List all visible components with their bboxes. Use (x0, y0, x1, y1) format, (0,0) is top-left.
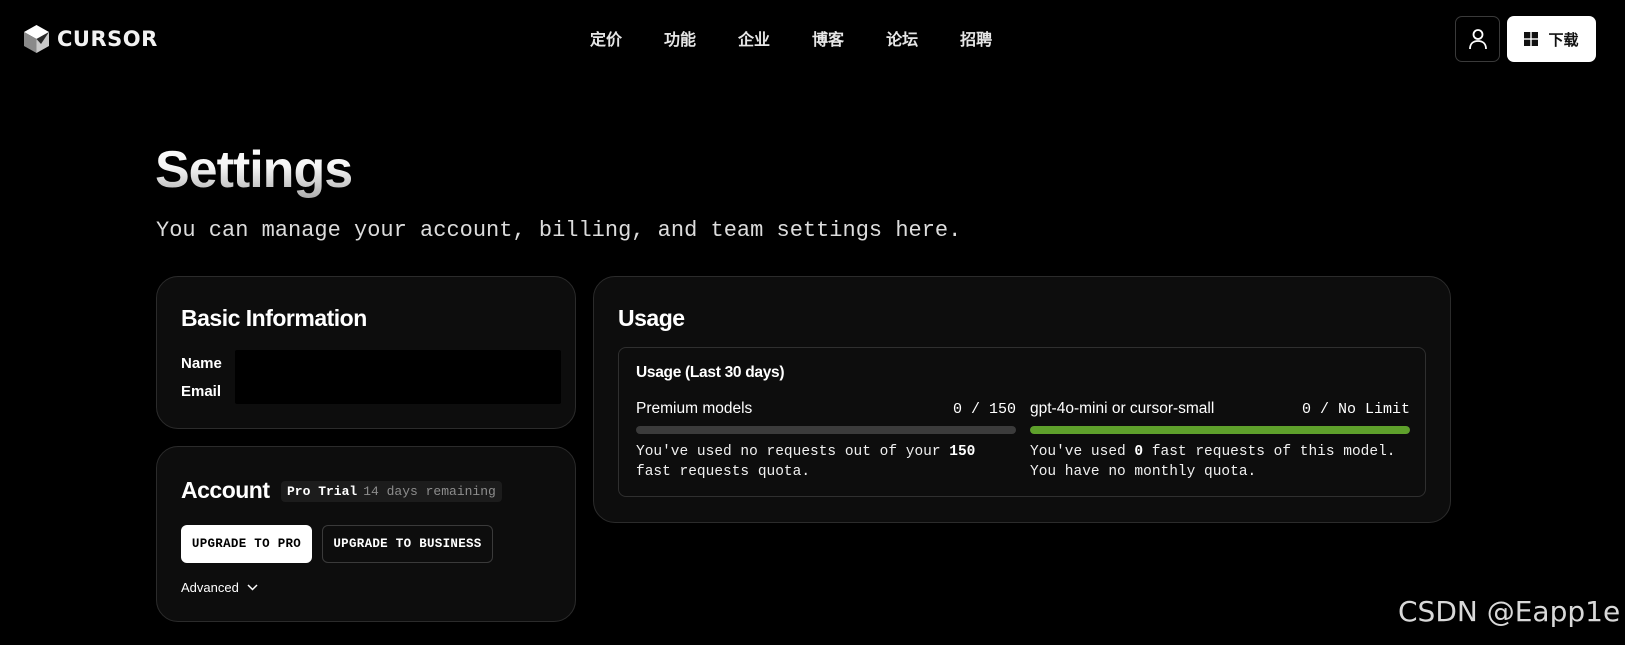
user-account-button[interactable] (1455, 16, 1500, 62)
brand-name: CURSOR (57, 27, 158, 51)
usage-card: Usage Usage (Last 30 days) Premium model… (593, 276, 1451, 523)
csdn-watermark: CSDN @Eapp1e (1398, 595, 1621, 628)
nav-item-blog[interactable]: 博客 (812, 26, 844, 50)
nav-item-careers[interactable]: 招聘 (960, 26, 992, 50)
usage-count: 0 / No Limit (1301, 401, 1410, 418)
plan-badge: Pro Trial 14 days remaining (281, 481, 502, 502)
usage-description: You've used 0 fast requests of this mode… (1030, 444, 1396, 480)
plan-name: Pro Trial (287, 484, 358, 499)
account-title: Account (181, 477, 270, 503)
usage-period-title: Usage (Last 30 days) (636, 364, 785, 381)
upgrade-to-pro-button[interactable]: UPGRADE TO PRO (181, 525, 312, 563)
upgrade-to-business-button[interactable]: UPGRADE TO BUSINESS (322, 525, 493, 563)
nav-item-forum[interactable]: 论坛 (886, 26, 918, 50)
trial-remaining: 14 days remaining (363, 484, 496, 499)
basic-information-title: Basic Information (181, 305, 367, 331)
usage-progress-bar (636, 426, 1016, 434)
download-label: 下载 (1548, 30, 1579, 49)
basic-information-card: Basic Information Name Email (156, 276, 576, 429)
model-name: gpt-4o-mini or cursor-small (1030, 400, 1215, 417)
email-label: Email (181, 383, 222, 400)
cursor-logo[interactable]: CURSOR (23, 24, 158, 54)
nav-item-pricing[interactable]: 定价 (590, 26, 622, 50)
redacted-info-block (235, 350, 561, 404)
page-subtitle: You can manage your account, billing, an… (156, 218, 962, 243)
account-card: Account Pro Trial 14 days remaining UPGR… (156, 446, 576, 622)
cursor-cube-icon (24, 25, 49, 53)
chevron-down-icon (247, 584, 258, 591)
usage-count: 0 / 150 (952, 401, 1016, 418)
advanced-toggle[interactable]: Advanced (181, 580, 258, 595)
usage-progress-bar (1030, 426, 1410, 434)
model-name: Premium models (636, 400, 753, 417)
top-nav: 定价 功能 企业 博客 论坛 招聘 (590, 26, 1034, 50)
name-label: Name (181, 355, 222, 372)
usage-title: Usage (618, 305, 685, 331)
nav-item-enterprise[interactable]: 企业 (738, 26, 770, 50)
windows-icon (1524, 32, 1539, 46)
usage-panel: Usage (Last 30 days) Premium models 0 / … (618, 347, 1426, 497)
nav-item-features[interactable]: 功能 (664, 26, 696, 50)
page-title: Settings (155, 141, 353, 199)
user-icon (1468, 29, 1487, 50)
usage-progress-fill (1030, 426, 1410, 434)
download-button[interactable]: 下载 (1507, 16, 1596, 62)
usage-description: You've used no requests out of your 150 … (636, 444, 976, 480)
advanced-label: Advanced (181, 580, 239, 595)
